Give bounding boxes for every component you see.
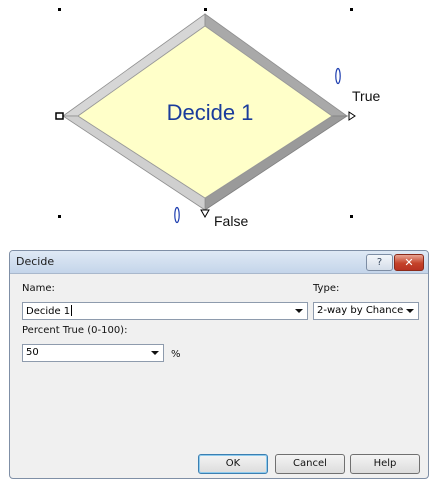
type-dropdown-arrow-icon[interactable]	[406, 309, 414, 313]
entry-connector[interactable]	[55, 112, 64, 120]
help-icon[interactable]: ?	[366, 254, 393, 271]
dialog-titlebar[interactable]: Decide ? ✕	[10, 251, 428, 274]
help-button[interactable]: Help	[350, 454, 420, 474]
false-branch-label: False	[214, 213, 249, 229]
flowchart-canvas: Decide 1 True False	[0, 0, 439, 235]
percent-unit: %	[171, 349, 181, 360]
type-label: Type:	[313, 283, 340, 294]
dialog-title: Decide	[16, 255, 55, 268]
type-select[interactable]: 2-way by Chance	[313, 302, 419, 320]
false-count-marker	[174, 206, 180, 224]
ok-button[interactable]: OK	[198, 454, 268, 474]
selection-handle-tm[interactable]	[204, 8, 207, 11]
selection-handle-bl[interactable]	[58, 215, 61, 218]
percent-true-combobox[interactable]: 50	[22, 344, 164, 362]
selection-handle-br[interactable]	[350, 215, 353, 218]
percent-true-label: Percent True (0-100):	[22, 325, 128, 336]
selection-handle-tl[interactable]	[58, 8, 61, 11]
cancel-button[interactable]: Cancel	[275, 454, 345, 474]
module-title: Decide 1	[166, 100, 254, 125]
text-cursor	[71, 305, 73, 316]
true-count-marker	[335, 67, 341, 85]
name-label: Name:	[22, 283, 55, 294]
decide-dialog: Decide ? ✕ Name: Decide 1 Type: 2-way by…	[9, 250, 429, 479]
exit-true-connector[interactable]	[348, 111, 356, 121]
close-icon[interactable]: ✕	[394, 254, 424, 271]
selection-handle-tr[interactable]	[350, 8, 353, 11]
true-branch-label: True	[352, 88, 381, 104]
type-value: 2-way by Chance	[317, 305, 404, 316]
exit-false-connector[interactable]	[200, 209, 210, 219]
percent-true-value: 50	[26, 347, 39, 358]
name-combobox[interactable]: Decide 1	[22, 302, 308, 320]
percent-dropdown-arrow-icon[interactable]	[151, 351, 159, 355]
name-value: Decide 1	[26, 306, 71, 317]
name-dropdown-arrow-icon[interactable]	[295, 309, 303, 313]
